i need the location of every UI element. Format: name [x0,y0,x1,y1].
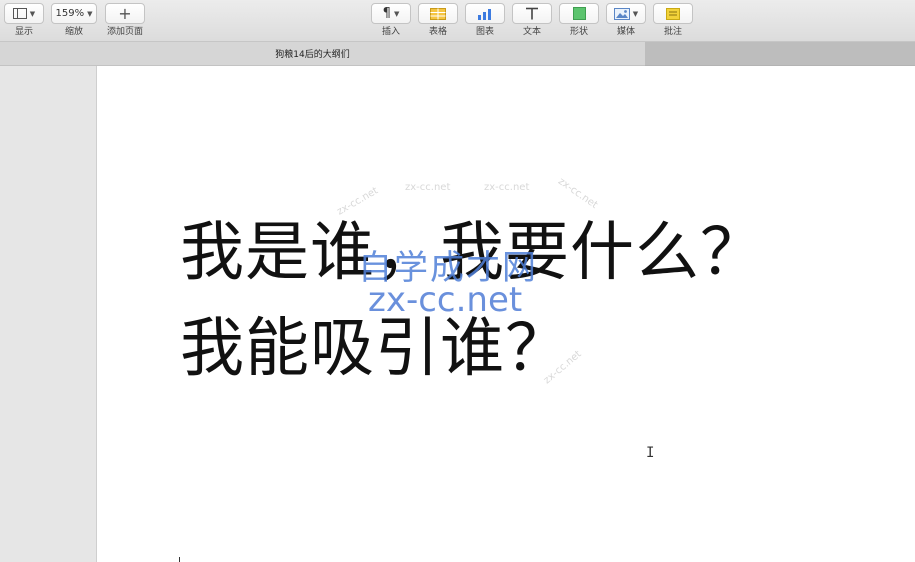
text-label: 文本 [522,27,541,37]
chevron-down-icon: ▼ [29,9,36,18]
insert-label: 插入 [381,27,400,37]
comment-icon [666,7,680,20]
headline-line-2[interactable]: 我能吸引谁？ [180,314,570,384]
comment-label: 批注 [663,27,682,37]
zoom-label: 缩放 [64,27,83,37]
ibeam-cursor-icon: I [646,445,655,461]
shape-control: 形状 [559,3,599,37]
chart-control: 图表 [465,3,505,37]
view-button[interactable]: ▼ [4,3,44,24]
chart-button[interactable] [465,3,505,24]
add-page-control: + 添加页面 [105,3,145,37]
watermark-faint: zx-cc.net [484,182,530,193]
watermark-en: zx-cc.net [368,280,523,320]
media-label: 媒体 [616,27,635,37]
chevron-down-icon: ▼ [87,9,93,18]
shape-icon [572,7,586,20]
inspector-header [645,42,915,66]
text-icon [526,7,538,20]
zoom-value: 159% [55,8,85,19]
table-icon [430,7,446,20]
media-control: ▼ 媒体 [606,3,646,37]
chart-label: 图表 [475,27,494,37]
comment-button[interactable] [653,3,693,24]
shape-button[interactable] [559,3,599,24]
table-label: 表格 [428,27,447,37]
media-button[interactable]: ▼ [606,3,646,24]
chevron-down-icon: ▼ [393,9,400,18]
text-caret [179,557,180,562]
shape-label: 形状 [569,27,588,37]
table-button[interactable] [418,3,458,24]
table-control: 表格 [418,3,458,37]
text-control: 文本 [512,3,552,37]
zoom-control: 159% ▼ 缩放 [51,3,97,37]
view-control: ▼ 显示 [4,3,44,37]
add-page-button[interactable]: + [105,3,145,24]
plus-icon: + [118,4,132,23]
comment-control: 批注 [653,3,693,37]
insert-button[interactable]: ¶ ▼ [371,3,411,24]
chart-icon [478,8,491,20]
chevron-down-icon: ▼ [632,9,639,18]
view-label: 显示 [14,27,33,37]
page-thumbnail-sidebar[interactable] [0,66,97,562]
insert-control: ¶ ▼ 插入 [371,3,411,37]
document-tab-bar: 狗粮14后的大纲们 [0,42,645,66]
zoom-select[interactable]: 159% ▼ [51,3,97,24]
image-icon [613,7,630,20]
paragraph-icon: ¶ [382,6,391,21]
watermark-faint: zx-cc.net [405,182,451,193]
text-button[interactable] [512,3,552,24]
sidebar-icon [12,8,27,19]
toolbar: ▼ 显示 159% ▼ 缩放 + 添加页面 ¶ ▼ 插入 表格 图表 文本 形状… [0,0,915,42]
add-page-label: 添加页面 [106,27,143,37]
document-title: 狗粮14后的大纲们 [275,50,350,60]
